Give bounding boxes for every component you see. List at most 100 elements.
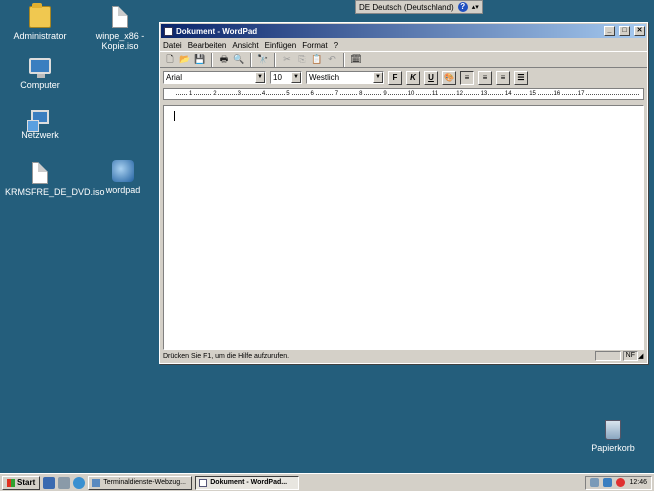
system-tray: 12:46 (585, 475, 652, 490)
find-icon[interactable]: 🔭 (256, 53, 270, 67)
document-area[interactable] (163, 105, 644, 350)
language-label[interactable]: DE Deutsch (Deutschland) (359, 3, 454, 12)
wordpad-app-icon (164, 26, 173, 36)
ruler-number: 11 (431, 91, 440, 97)
ruler-number: 2 (212, 91, 218, 97)
network-icon (27, 110, 49, 132)
font-value: Arial (166, 73, 183, 82)
start-button[interactable]: Start (2, 475, 41, 490)
bold-button[interactable]: F (388, 70, 402, 85)
insert-datetime-icon[interactable]: 🗓 (349, 53, 363, 67)
taskbar: Start Terminaldienste-Webzug... Dokument… (0, 473, 654, 491)
align-left-icon[interactable]: ≡ (460, 70, 474, 85)
tray-app-icon[interactable] (590, 478, 600, 487)
language-bar[interactable]: DE Deutsch (Deutschland) ? ▴▾ (355, 0, 483, 14)
ruler-number: 9 (382, 91, 388, 97)
maximize-button[interactable]: □ (619, 26, 630, 36)
task-wordpad[interactable]: Dokument - WordPad... (195, 475, 300, 490)
help-icon[interactable]: ? (457, 2, 468, 12)
desktop-icon-computer[interactable]: Computer (5, 58, 75, 90)
ruler-number: 16 (552, 91, 562, 97)
desktop-icon-papierkorb[interactable]: Papierkorb (578, 420, 648, 453)
ruler-number: 10 (406, 91, 416, 97)
script-select[interactable]: Westlich ▼ (306, 71, 384, 84)
paste-icon[interactable]: 📋 (310, 53, 324, 67)
desktop-icon-label: Netzwerk (21, 130, 59, 140)
desktop-icon-krmsfre-iso[interactable]: KRMSFRE_DE_DVD.iso (5, 162, 105, 197)
align-center-icon[interactable]: ≡ (478, 70, 492, 85)
ruler-number: 6 (309, 91, 315, 97)
color-button[interactable]: 🎨 (442, 70, 456, 85)
num-lock-indicator: NF (622, 351, 638, 361)
close-button[interactable]: ✕ (634, 26, 645, 36)
ruler-number: 1 (188, 91, 194, 97)
file-icon (112, 6, 128, 28)
computer-icon (29, 58, 51, 78)
wordpad-app-icon (199, 478, 208, 487)
desktop-icon-label: Administrator (13, 31, 67, 41)
langbar-options-icon[interactable]: ▴▾ (472, 3, 479, 11)
undo-icon[interactable]: ↶ (325, 53, 339, 67)
menu-ansicht[interactable]: Ansicht (232, 41, 258, 50)
server-manager-icon[interactable] (43, 476, 56, 489)
chevron-down-icon[interactable]: ▼ (291, 72, 301, 83)
title-bar[interactable]: Dokument - WordPad _ □ ✕ (161, 24, 646, 38)
italic-button[interactable]: K (406, 70, 420, 85)
menu-format[interactable]: Format (302, 41, 327, 50)
show-desktop-icon[interactable] (58, 476, 71, 489)
network-status-icon[interactable] (603, 478, 613, 487)
bullets-icon[interactable]: ☰ (514, 70, 528, 85)
text-caret (174, 111, 175, 121)
window-icon (92, 478, 101, 487)
ruler-number: 4 (260, 91, 267, 97)
menu-einfuegen[interactable]: Einfügen (265, 41, 297, 50)
menu-bearbeiten[interactable]: Bearbeiten (188, 41, 227, 50)
task-terminaldienste[interactable]: Terminaldienste-Webzug... (88, 475, 193, 490)
print-icon[interactable]: 🖶 (217, 53, 231, 67)
start-label: Start (17, 478, 36, 487)
ruler-number: 17 (576, 91, 586, 97)
desktop-icon-label: KRMSFRE_DE_DVD.iso (5, 187, 105, 197)
copy-icon[interactable]: ⎘ (295, 53, 309, 67)
toolbar-separator (343, 52, 345, 67)
task-label: Terminaldienste-Webzug... (103, 479, 186, 486)
font-select[interactable]: Arial ▼ (163, 71, 266, 84)
open-folder-icon[interactable]: 📂 (178, 53, 192, 67)
chevron-down-icon[interactable]: ▼ (255, 72, 265, 83)
save-icon[interactable]: 💾 (193, 53, 207, 67)
task-label: Dokument - WordPad... (210, 479, 288, 486)
ruler-number: 13 (479, 91, 489, 97)
resize-grip-icon[interactable]: ◢ (638, 352, 646, 360)
toolbar-separator (211, 52, 213, 67)
standard-toolbar: 🗋 📂 💾 🖶 🔍 🔭 ✂ ⎘ 📋 ↶ 🗓 (160, 51, 647, 68)
script-value: Westlich (309, 73, 340, 82)
desktop-icon-netzwerk[interactable]: Netzwerk (5, 110, 75, 140)
internet-explorer-icon[interactable] (73, 476, 86, 489)
underline-button[interactable]: U (424, 70, 438, 85)
desktop-icon-label: winpe_x86 - Kopie.iso (95, 31, 145, 51)
clock[interactable]: 12:46 (629, 479, 647, 486)
desktop-icon-winpe-iso[interactable]: winpe_x86 - Kopie.iso (85, 6, 155, 51)
minimize-button[interactable]: _ (604, 26, 615, 36)
new-document-icon[interactable]: 🗋 (163, 53, 177, 67)
cut-icon[interactable]: ✂ (280, 53, 294, 67)
toolbar-separator (274, 52, 276, 67)
print-preview-icon[interactable]: 🔍 (232, 53, 246, 67)
font-size-value: 10 (273, 73, 282, 82)
menu-datei[interactable]: Datei (163, 41, 182, 50)
window-title: Dokument - WordPad (176, 26, 258, 36)
desktop-icon-label: Papierkorb (591, 443, 635, 453)
align-right-icon[interactable]: ≡ (496, 70, 510, 85)
security-alert-icon[interactable] (616, 478, 626, 487)
font-size-select[interactable]: 10 ▼ (270, 71, 302, 84)
menu-bar: Datei Bearbeiten Ansicht Einfügen Format… (160, 39, 647, 51)
menu-help[interactable]: ? (334, 41, 338, 50)
status-message: Drücken Sie F1, um die Hilfe aufzurufen. (163, 352, 290, 360)
toolbar-separator (250, 52, 252, 67)
status-cell (594, 351, 621, 361)
desktop-icon-administrator[interactable]: Administrator (5, 3, 75, 41)
ruler[interactable]: 1 2 3 4 5 6 7 8 9 10 11 12 13 14 15 16 17 (163, 88, 644, 100)
chevron-down-icon[interactable]: ▼ (373, 72, 383, 83)
desktop-icon-wordpad[interactable]: wordpad (88, 160, 158, 195)
ruler-number: 12 (455, 91, 464, 97)
